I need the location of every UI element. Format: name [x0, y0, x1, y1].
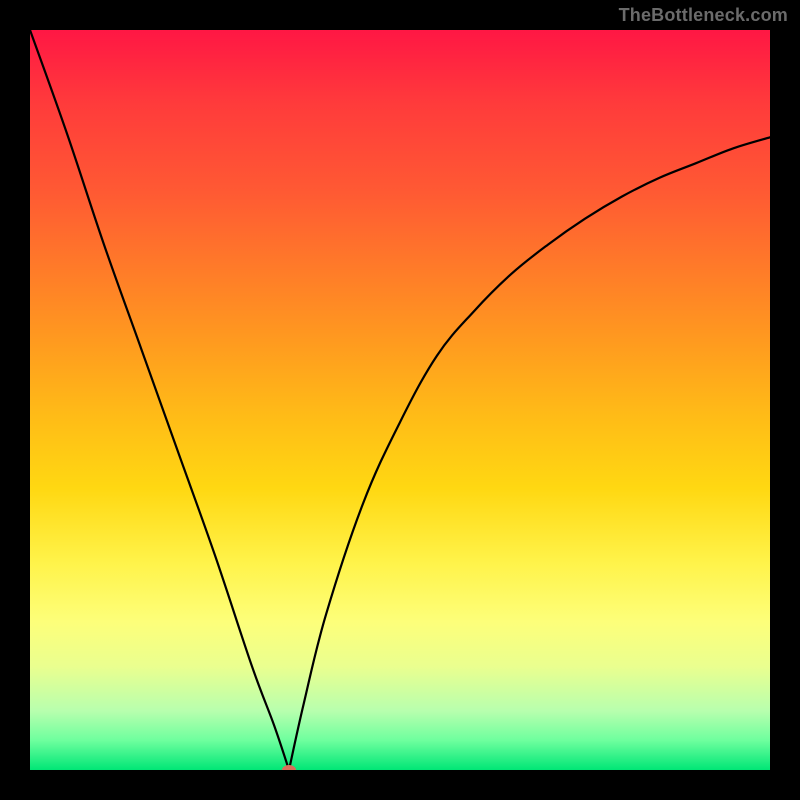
watermark-text: TheBottleneck.com	[619, 5, 788, 26]
minimum-marker	[282, 765, 296, 770]
bottleneck-curve	[30, 30, 770, 770]
curve-layer	[30, 30, 770, 770]
chart-frame: TheBottleneck.com	[0, 0, 800, 800]
plot-area	[30, 30, 770, 770]
